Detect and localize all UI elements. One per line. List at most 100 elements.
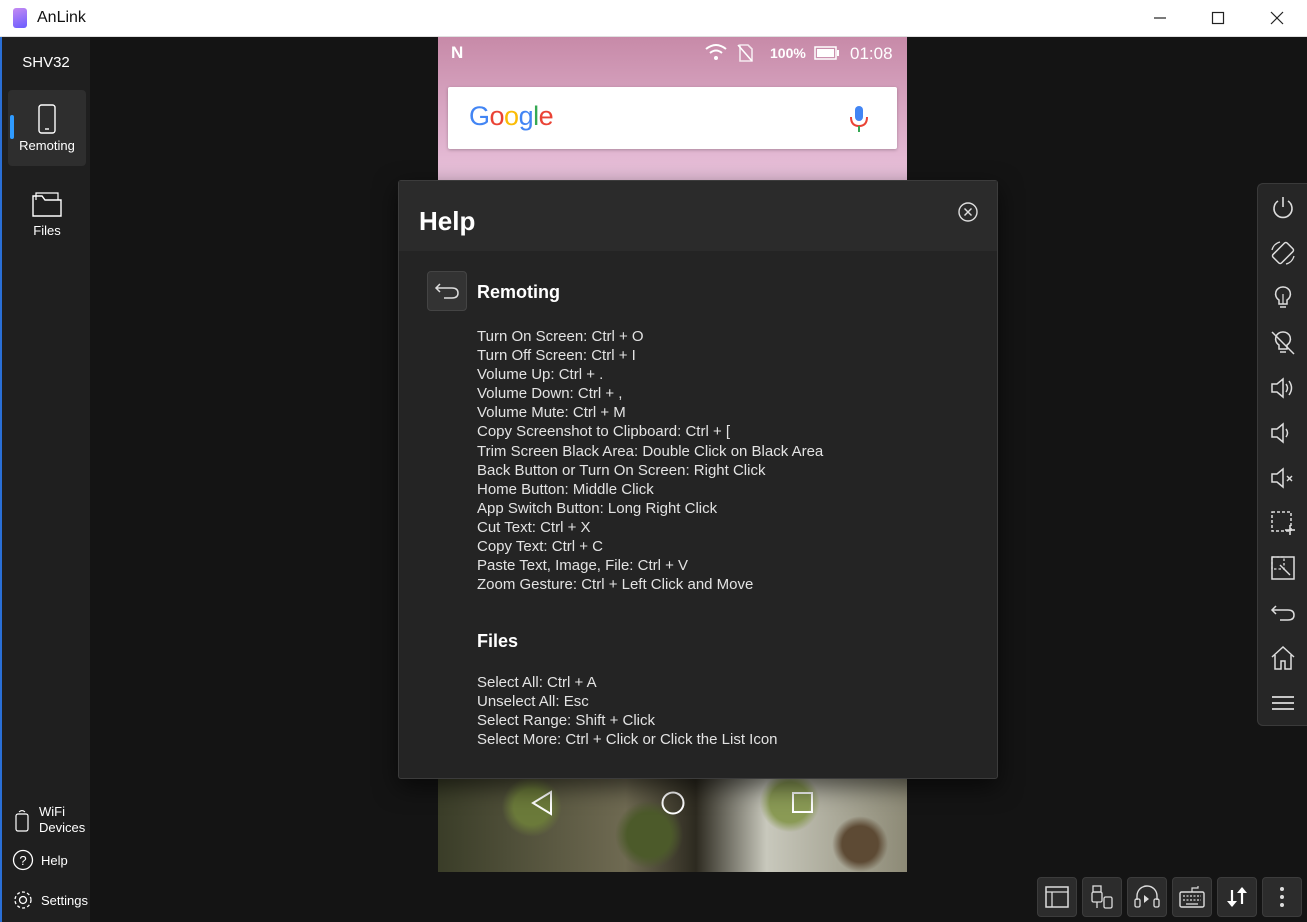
help-icon: ? xyxy=(12,849,34,871)
power-button[interactable] xyxy=(1270,195,1296,221)
screen-off-icon xyxy=(1271,331,1295,355)
list-item: Select All: Ctrl + A xyxy=(477,674,597,691)
power-icon xyxy=(1273,197,1293,219)
dialog-title: Help xyxy=(419,206,476,236)
back-key-button[interactable] xyxy=(1270,600,1296,626)
list-item: Volume Mute: Ctrl + M xyxy=(477,404,626,422)
screenshot-button[interactable] xyxy=(1270,510,1296,536)
section-title-files: Files xyxy=(477,631,519,651)
list-item: Back Button or Turn On Screen: Right Cli… xyxy=(477,461,766,479)
sidebar: SHV32 Remoting Files WiFi Devices ? Help xyxy=(0,37,90,922)
wifi-device-icon xyxy=(15,809,29,832)
maximize-button[interactable] xyxy=(1189,0,1247,36)
minimize-icon xyxy=(1154,17,1166,19)
volume-down-icon xyxy=(1271,422,1289,444)
menu-icon xyxy=(1272,696,1294,710)
maximize-icon xyxy=(1211,11,1225,25)
list-item: Zoom Gesture: Ctrl + Left Click and Move xyxy=(477,576,754,594)
rotate-icon xyxy=(1271,241,1295,265)
back-arrow-icon xyxy=(434,283,459,299)
usb-icon xyxy=(1091,885,1113,909)
volume-up-button[interactable] xyxy=(1270,375,1296,401)
sidebar-item-remoting[interactable]: Remoting xyxy=(8,90,86,166)
google-logo: Google xyxy=(469,101,554,131)
trim-button[interactable] xyxy=(1270,555,1296,581)
usb-button[interactable] xyxy=(1082,877,1122,917)
app-logo-icon xyxy=(13,8,27,28)
list-item: Volume Down: Ctrl + , xyxy=(477,385,623,403)
no-sim-icon xyxy=(737,44,753,62)
wifi-icon xyxy=(705,44,727,60)
title-bar: AnLink xyxy=(0,0,1307,37)
volume-mute-icon xyxy=(1271,467,1293,489)
list-item: Turn Off Screen: Ctrl + I xyxy=(477,347,636,365)
window-layout-button[interactable] xyxy=(1037,877,1077,917)
keyboard-button[interactable] xyxy=(1172,877,1212,917)
sidebar-item-wifi-devices[interactable]: WiFi Devices xyxy=(12,804,85,836)
back-icon xyxy=(1270,605,1295,621)
clock: 01:08 xyxy=(850,44,893,63)
window-layout-icon xyxy=(1045,886,1069,908)
keyboard-icon xyxy=(1179,886,1205,908)
transfer-icon xyxy=(1227,887,1247,907)
screen-on-button[interactable] xyxy=(1270,285,1296,311)
list-item: Turn On Screen: Ctrl + O xyxy=(477,328,644,345)
android-back-icon[interactable] xyxy=(530,790,556,816)
volume-up-icon xyxy=(1271,377,1293,399)
more-button[interactable] xyxy=(1262,877,1302,917)
gear-icon xyxy=(14,891,32,909)
phone-status-bar: N 100% 01:08 xyxy=(438,37,907,69)
app-title: AnLink xyxy=(37,9,86,26)
home-key-button[interactable] xyxy=(1270,645,1296,671)
sidebar-item-label: Help xyxy=(41,852,68,868)
audio-icon xyxy=(1134,885,1160,908)
close-icon xyxy=(1270,11,1284,25)
list-item: Copy Screenshot to Clipboard: Ctrl + [ xyxy=(477,423,731,441)
list-item: Unselect All: Esc xyxy=(477,693,589,711)
phone-icon xyxy=(38,104,56,134)
android-recents-icon[interactable] xyxy=(791,791,815,815)
list-item: Select More: Ctrl + Click or Click the L… xyxy=(477,731,778,749)
close-dialog-icon[interactable] xyxy=(957,201,979,223)
list-item: Paste Text, Image, File: Ctrl + V xyxy=(477,557,689,575)
screenshot-icon xyxy=(1271,511,1295,535)
sidebar-item-label: Settings xyxy=(41,892,88,908)
list-item: Copy Text: Ctrl + C xyxy=(477,538,604,556)
active-indicator xyxy=(10,115,14,139)
notification-n-icon: N xyxy=(451,43,464,62)
screen-on-icon xyxy=(1274,286,1292,308)
sidebar-item-settings[interactable]: Settings xyxy=(12,889,88,911)
rotate-button[interactable] xyxy=(1270,240,1296,266)
folder-icon xyxy=(32,192,62,217)
screen-off-button[interactable] xyxy=(1270,330,1296,356)
microphone-icon[interactable] xyxy=(849,105,869,133)
help-dialog: Help Remoting Turn On Screen: Ctrl + O T… xyxy=(398,180,998,779)
battery-icon xyxy=(814,46,839,60)
back-button[interactable] xyxy=(427,271,467,311)
remote-control-toolbar xyxy=(1257,183,1307,726)
home-icon xyxy=(1271,645,1295,670)
volume-mute-button[interactable] xyxy=(1270,465,1296,491)
list-item: Select Range: Shift + Click xyxy=(477,712,656,730)
transfer-button[interactable] xyxy=(1217,877,1257,917)
audio-button[interactable] xyxy=(1127,877,1167,917)
dialog-header: Help xyxy=(399,181,997,251)
trim-icon xyxy=(1271,556,1295,580)
list-item: Volume Up: Ctrl + . xyxy=(477,366,604,384)
sidebar-item-help[interactable]: ? Help xyxy=(12,849,68,871)
list-item: App Switch Button: Long Right Click xyxy=(477,499,718,517)
remoting-shortcut-list: Turn On Screen: Ctrl + O Turn Off Screen… xyxy=(477,327,823,594)
list-item: Cut Text: Ctrl + X xyxy=(477,518,591,536)
minimize-button[interactable] xyxy=(1131,0,1189,36)
section-title-remoting: Remoting xyxy=(477,282,560,302)
android-home-icon[interactable] xyxy=(660,790,686,816)
battery-percent: 100% xyxy=(770,45,806,61)
volume-down-button[interactable] xyxy=(1270,420,1296,446)
more-icon xyxy=(1280,887,1284,907)
sidebar-item-files[interactable]: Files xyxy=(8,177,86,253)
device-name: SHV32 xyxy=(22,54,70,71)
list-item: Home Button: Middle Click xyxy=(477,480,654,498)
close-window-button[interactable] xyxy=(1248,0,1306,36)
menu-key-button[interactable] xyxy=(1270,690,1296,716)
google-search-bar[interactable]: Google xyxy=(448,87,897,149)
